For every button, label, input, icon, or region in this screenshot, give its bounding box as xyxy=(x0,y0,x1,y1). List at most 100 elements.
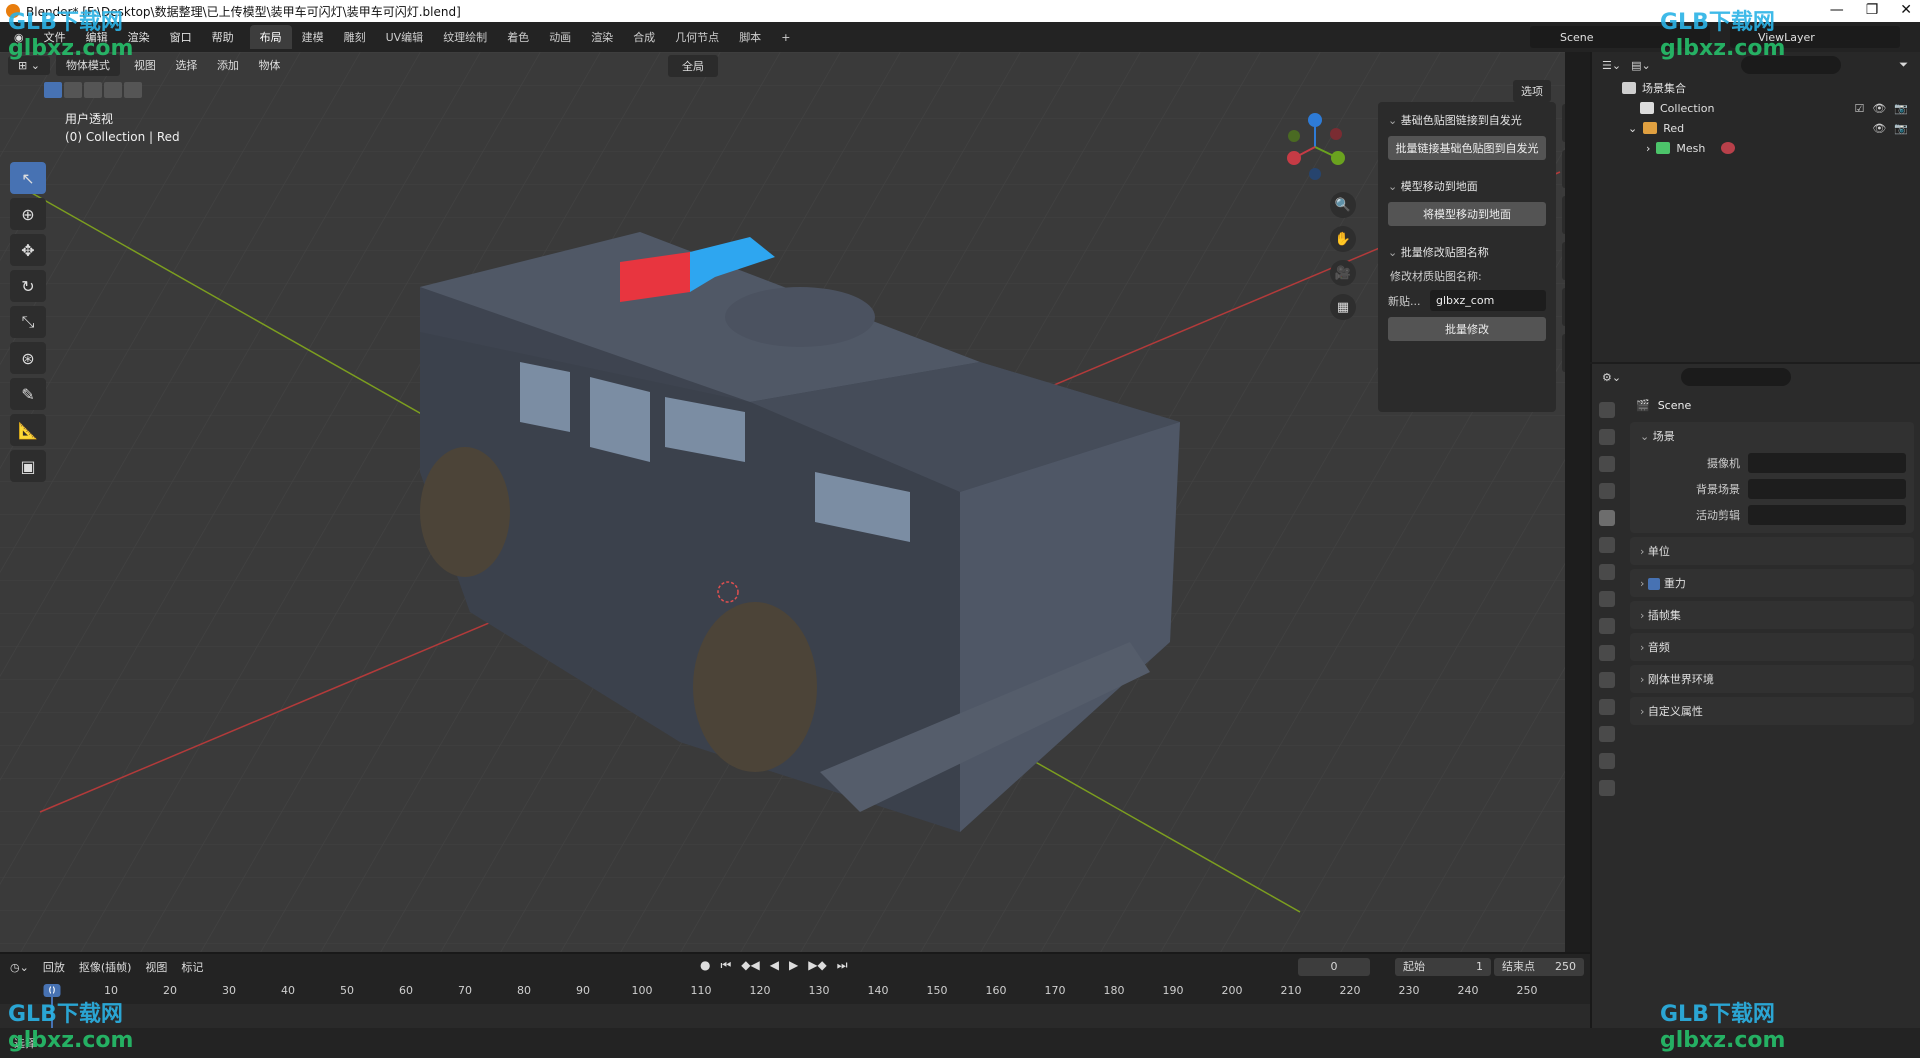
menu-keying[interactable]: 抠像(插帧) xyxy=(79,959,132,975)
play-icon[interactable]: ▶ xyxy=(789,958,798,973)
physics-tab-icon[interactable] xyxy=(1599,672,1615,688)
zoom-icon[interactable]: 🔍 xyxy=(1330,192,1356,218)
menu-select[interactable]: 选择 xyxy=(167,59,205,72)
select-intersect-icon[interactable] xyxy=(124,82,142,98)
eye-icon[interactable]: 👁 xyxy=(1872,102,1886,115)
batch-rename-button[interactable]: 批量修改 xyxy=(1388,317,1546,341)
outliner-row-red[interactable]: ⌄ Red 👁 📷 xyxy=(1592,118,1920,138)
tab-geometry-nodes[interactable]: 几何节点 xyxy=(665,25,729,49)
object-tab-icon[interactable] xyxy=(1599,591,1615,607)
camera-field[interactable] xyxy=(1748,453,1906,473)
tab-texture-paint[interactable]: 纹理绘制 xyxy=(433,25,497,49)
camera-icon[interactable]: 📷 xyxy=(1894,122,1908,135)
filter-icon[interactable]: ⏷ xyxy=(1899,58,1908,72)
view-layer-tab-icon[interactable] xyxy=(1599,483,1615,499)
transform-tool-icon[interactable]: ⊛ xyxy=(10,342,46,374)
outliner-row-scene-collection[interactable]: 场景集合 xyxy=(1592,78,1920,98)
play-reverse-icon[interactable]: ◀ xyxy=(770,958,779,973)
timeline-track[interactable] xyxy=(0,1004,1590,1028)
minimize-icon[interactable]: — xyxy=(1830,2,1844,18)
tab-modeling[interactable]: 建模 xyxy=(292,25,334,49)
tab-mmd[interactable] xyxy=(1562,242,1565,280)
properties-editor-type-icon[interactable]: ⚙⌄ xyxy=(1602,371,1621,384)
expand-arrow-icon[interactable]: ⌄ xyxy=(1628,122,1637,135)
select-new-icon[interactable] xyxy=(44,82,62,98)
options-dropdown[interactable]: 选项 xyxy=(1513,80,1551,102)
gravity-checkbox[interactable] xyxy=(1647,578,1660,590)
pan-hand-icon[interactable]: ✋ xyxy=(1330,226,1356,252)
panel-header[interactable]: 音频 xyxy=(1630,633,1914,661)
world-tab-icon[interactable] xyxy=(1599,537,1615,553)
current-frame-field[interactable]: 0 xyxy=(1298,958,1370,976)
panel-header[interactable]: 自定义属性 xyxy=(1630,697,1914,725)
tab-compositing[interactable]: 合成 xyxy=(623,25,665,49)
tab-tool[interactable] xyxy=(1562,150,1565,188)
tab-rendering[interactable]: 渲染 xyxy=(581,25,623,49)
constraints-tab-icon[interactable] xyxy=(1599,699,1615,715)
close-icon[interactable]: ✕ xyxy=(1900,2,1912,18)
jump-end-icon[interactable]: ⏭ xyxy=(837,958,848,973)
select-box-tool-icon[interactable]: ↖ xyxy=(10,162,46,194)
output-tab-icon[interactable] xyxy=(1599,456,1615,472)
annotate-tool-icon[interactable]: ✎ xyxy=(10,378,46,410)
material-tab-icon[interactable] xyxy=(1599,753,1615,769)
start-frame-field[interactable]: 起始 1 xyxy=(1395,958,1491,976)
tab-uv-editing[interactable]: UV编辑 xyxy=(376,25,434,49)
add-cube-tool-icon[interactable]: ▣ xyxy=(10,450,46,482)
section-title[interactable]: 批量修改贴图名称 xyxy=(1384,240,1550,264)
frame-ruler[interactable]: 0102030405060708090100110120130140150160… xyxy=(0,984,1590,1002)
tab-lm[interactable] xyxy=(1562,288,1565,326)
new-name-input[interactable]: glbxz_com xyxy=(1430,290,1546,311)
link-base-color-button[interactable]: 批量链接基础色贴图到自发光 xyxy=(1388,136,1546,160)
tab-layout[interactable]: 布局 xyxy=(249,25,292,49)
tab-animation[interactable]: 动画 xyxy=(539,25,581,49)
menu-add[interactable]: 添加 xyxy=(209,59,247,72)
texture-tab-icon[interactable] xyxy=(1599,780,1615,796)
menu-playback[interactable]: 回放 xyxy=(43,959,65,975)
camera-icon[interactable]: 📷 xyxy=(1894,102,1908,115)
data-tab-icon[interactable] xyxy=(1599,726,1615,742)
section-title[interactable]: 模型移动到地面 xyxy=(1384,174,1550,198)
render-tab-icon[interactable] xyxy=(1599,429,1615,445)
tab-sculpting[interactable]: 雕刻 xyxy=(334,25,376,49)
scale-tool-icon[interactable]: ⤡ xyxy=(10,306,46,338)
eye-icon[interactable]: 👁 xyxy=(1872,122,1886,135)
maximize-icon[interactable]: ❐ xyxy=(1866,2,1879,18)
scene-tab-icon[interactable] xyxy=(1599,510,1615,526)
tab-item[interactable] xyxy=(1562,104,1565,142)
properties-search-input[interactable] xyxy=(1681,368,1792,386)
menu-object[interactable]: 物体 xyxy=(250,59,288,72)
perspective-grid-icon[interactable]: ▦ xyxy=(1330,294,1356,320)
active-clip-field[interactable] xyxy=(1748,505,1906,525)
menu-view[interactable]: 视图 xyxy=(145,959,167,975)
outliner-row-mesh[interactable]: › Mesh xyxy=(1592,138,1920,158)
expand-arrow-icon[interactable]: › xyxy=(1646,142,1650,155)
next-keyframe-icon[interactable]: ▶◆ xyxy=(808,958,826,973)
particles-tab-icon[interactable] xyxy=(1599,645,1615,661)
camera-view-icon[interactable]: 🎥 xyxy=(1330,260,1356,286)
panel-header[interactable]: 刚体世界环境 xyxy=(1630,665,1914,693)
tab-shading[interactable]: 着色 xyxy=(497,25,539,49)
jump-start-icon[interactable]: ⏮ xyxy=(720,958,731,973)
section-title[interactable]: 基础色贴图链接到自发光 xyxy=(1384,108,1550,132)
add-workspace-button[interactable]: + xyxy=(771,27,800,48)
panel-header[interactable]: 重力 xyxy=(1630,569,1914,597)
record-icon[interactable]: ● xyxy=(700,958,710,973)
move-tool-icon[interactable]: ✥ xyxy=(10,234,46,266)
menu-window[interactable]: 窗口 xyxy=(162,26,200,48)
end-frame-field[interactable]: 结束点 250 xyxy=(1494,958,1584,976)
panel-header[interactable]: 场景 xyxy=(1630,422,1914,450)
outliner-editor-type-icon[interactable]: ☰⌄ xyxy=(1602,59,1621,72)
prev-keyframe-icon[interactable]: ◆◀ xyxy=(741,958,759,973)
tool-tab-icon[interactable] xyxy=(1599,402,1615,418)
move-to-ground-button[interactable]: 将模型移动到地面 xyxy=(1388,202,1546,226)
panel-header[interactable]: 单位 xyxy=(1630,537,1914,565)
outliner-row-collection[interactable]: Collection ☑ 👁 📷 xyxy=(1592,98,1920,118)
panel-header[interactable]: 插帧集 xyxy=(1630,601,1914,629)
checkbox-icon[interactable]: ☑ xyxy=(1854,102,1864,115)
timeline-editor-type-icon[interactable]: ◷⌄ xyxy=(10,961,29,974)
menu-help[interactable]: 帮助 xyxy=(204,26,242,48)
select-subtract-icon[interactable] xyxy=(84,82,102,98)
select-invert-icon[interactable] xyxy=(104,82,122,98)
background-scene-field[interactable] xyxy=(1748,479,1906,499)
